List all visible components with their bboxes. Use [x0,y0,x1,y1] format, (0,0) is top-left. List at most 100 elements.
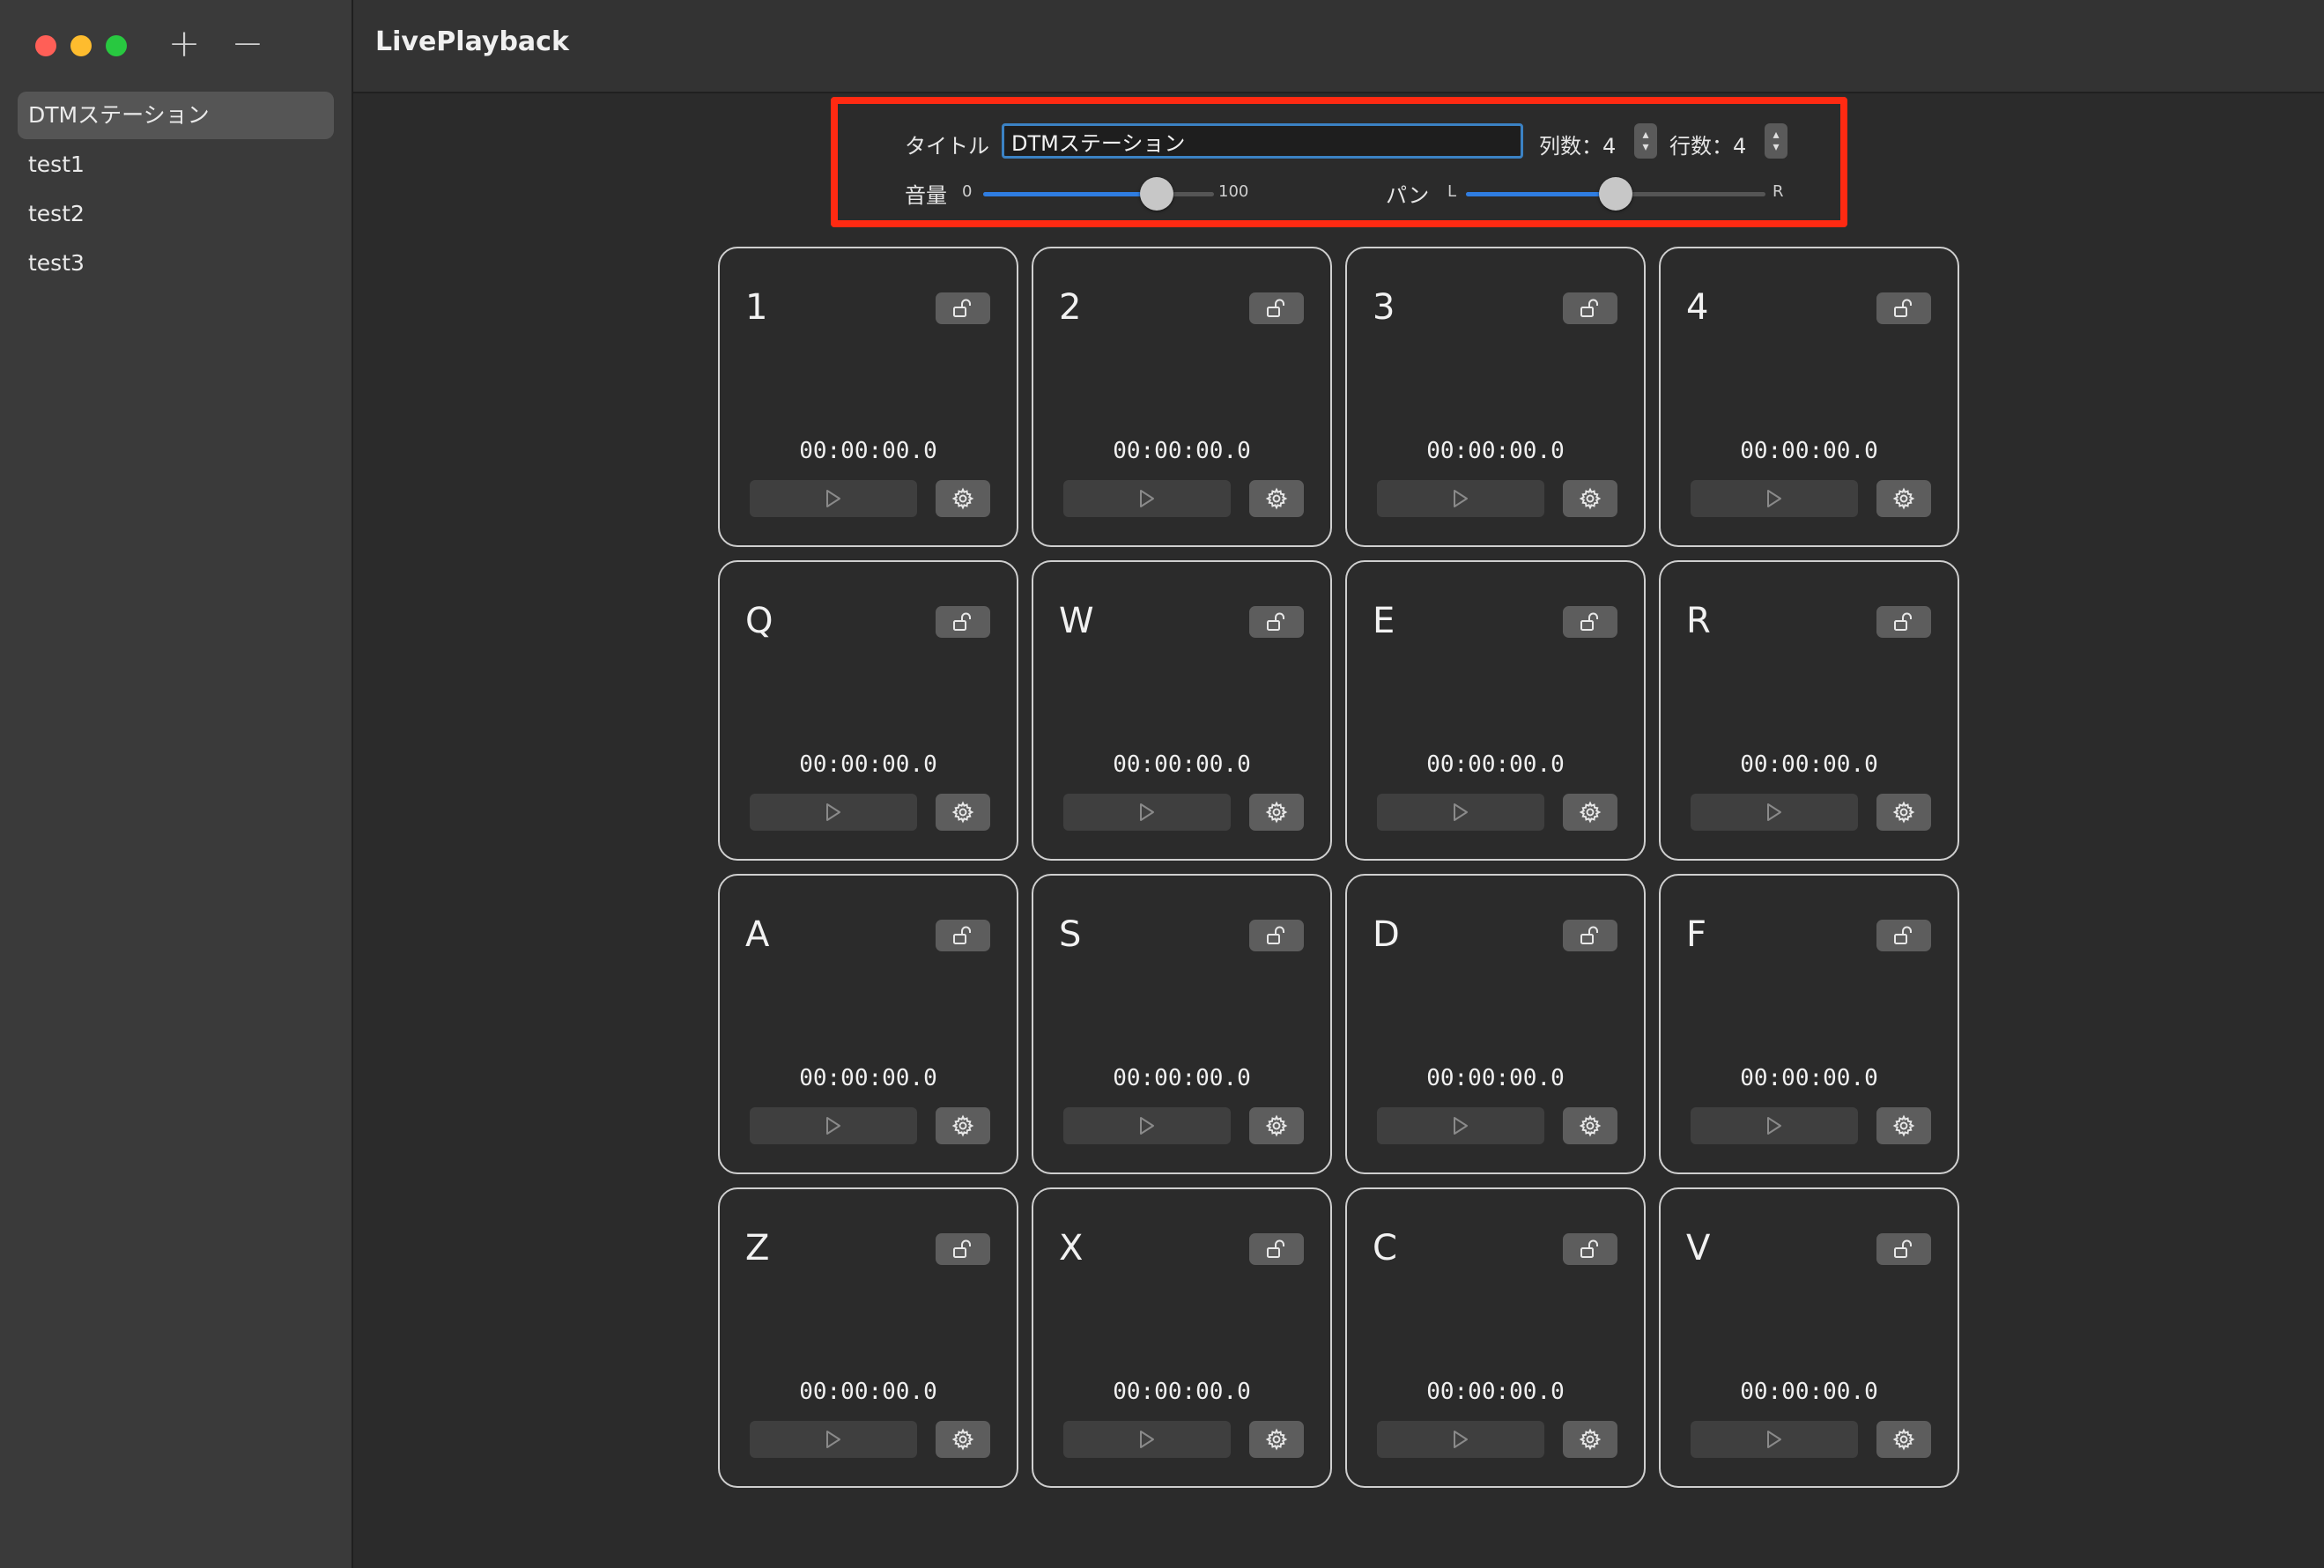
pad-s[interactable]: S 00:00:00.0 [1032,874,1332,1174]
minimize-window-button[interactable] [70,35,92,56]
lock-button[interactable] [1249,920,1304,951]
play-button[interactable] [1377,480,1544,517]
lock-button[interactable] [1563,1233,1617,1265]
close-window-button[interactable] [35,35,56,56]
pad-x[interactable]: X 00:00:00.0 [1032,1187,1332,1488]
play-button[interactable] [1691,480,1858,517]
volume-slider-thumb[interactable] [1139,177,1173,211]
lock-button[interactable] [1876,1233,1931,1265]
play-button[interactable] [750,794,917,831]
play-icon [1767,1117,1781,1135]
volume-slider-fill [983,192,1157,196]
settings-button[interactable] [936,1107,990,1144]
play-button[interactable] [1377,794,1544,831]
pad-grid: 1 00:00:00.0 2 00:00:00.0 3 00:00:00.0 4… [718,247,1959,1488]
toolbar: LivePlayback [353,0,2324,93]
play-button[interactable] [1063,1421,1231,1458]
pad-d[interactable]: D 00:00:00.0 [1345,874,1646,1174]
settings-button[interactable] [936,480,990,517]
settings-button[interactable] [1249,794,1304,831]
sidebar-item-test1[interactable]: test1 [18,141,334,189]
pad-time: 00:00:00.0 [1113,1379,1251,1405]
pad-w[interactable]: W 00:00:00.0 [1032,560,1332,861]
lock-button[interactable] [1563,920,1617,951]
pad-a[interactable]: A 00:00:00.0 [718,874,1018,1174]
lock-button[interactable] [1249,1233,1304,1265]
lock-button[interactable] [1249,606,1304,638]
settings-button[interactable] [1876,1421,1931,1458]
settings-button[interactable] [1249,1107,1304,1144]
rows-stepper[interactable]: ▴ ▾ [1765,123,1787,159]
lock-button[interactable] [936,606,990,638]
play-button[interactable] [750,480,917,517]
play-icon [826,803,840,821]
title-input[interactable] [1002,123,1523,159]
lock-button[interactable] [1249,292,1304,324]
play-button[interactable] [1377,1107,1544,1144]
title-label: タイトル [905,134,989,159]
gear-icon [1265,801,1288,824]
settings-button[interactable] [1876,794,1931,831]
pad-1[interactable]: 1 00:00:00.0 [718,247,1018,547]
pad-4[interactable]: 4 00:00:00.0 [1659,247,1959,547]
settings-button[interactable] [1563,1107,1617,1144]
pad-r[interactable]: R 00:00:00.0 [1659,560,1959,861]
volume-max-label: 100 [1218,182,1249,201]
settings-button[interactable] [1563,480,1617,517]
pad-z[interactable]: Z 00:00:00.0 [718,1187,1018,1488]
settings-button[interactable] [1563,1421,1617,1458]
pad-c[interactable]: C 00:00:00.0 [1345,1187,1646,1488]
pad-key-label: Q [745,601,773,641]
settings-button[interactable] [936,1421,990,1458]
settings-button[interactable] [1249,480,1304,517]
pan-slider-thumb[interactable] [1599,177,1632,211]
settings-panel: タイトル 列数：4 ▴ ▾ 行数：4 ▴ ▾ 音量 0 100 パン L R [831,97,1847,227]
pad-q[interactable]: Q 00:00:00.0 [718,560,1018,861]
play-button[interactable] [1691,1421,1858,1458]
lock-button[interactable] [1563,292,1617,324]
settings-button[interactable] [1876,480,1931,517]
pad-time: 00:00:00.0 [1740,438,1878,464]
sidebar-item-dtm-station[interactable]: DTMステーション [18,92,334,139]
settings-button[interactable] [1563,794,1617,831]
play-button[interactable] [750,1421,917,1458]
lock-button[interactable] [936,1233,990,1265]
zoom-window-button[interactable] [106,35,127,56]
pad-e[interactable]: E 00:00:00.0 [1345,560,1646,861]
play-button[interactable] [1377,1421,1544,1458]
pan-label: パン [1386,183,1430,208]
lock-button[interactable] [1876,920,1931,951]
play-button[interactable] [1691,794,1858,831]
lock-button[interactable] [936,920,990,951]
pan-slider-fill [1466,192,1616,196]
play-button[interactable] [1063,480,1231,517]
add-item-button[interactable]: + [161,21,207,67]
rows-label: 行数：4 [1669,134,1747,159]
play-button[interactable] [1063,794,1231,831]
volume-slider[interactable] [983,176,1214,211]
unlock-icon [1894,1239,1912,1258]
columns-stepper[interactable]: ▴ ▾ [1634,123,1657,159]
sidebar-item-test3[interactable]: test3 [18,240,334,287]
lock-button[interactable] [936,292,990,324]
play-button[interactable] [1691,1107,1858,1144]
lock-button[interactable] [1876,292,1931,324]
sidebar-item-test2[interactable]: test2 [18,190,334,238]
play-icon [1767,490,1781,507]
pad-3[interactable]: 3 00:00:00.0 [1345,247,1646,547]
pad-2[interactable]: 2 00:00:00.0 [1032,247,1332,547]
settings-button[interactable] [936,794,990,831]
settings-button[interactable] [1876,1107,1931,1144]
unlock-icon [1267,1239,1284,1258]
lock-button[interactable] [1876,606,1931,638]
play-button[interactable] [1063,1107,1231,1144]
play-button[interactable] [750,1107,917,1144]
pad-f[interactable]: F 00:00:00.0 [1659,874,1959,1174]
pad-key-label: 4 [1686,287,1709,328]
settings-button[interactable] [1249,1421,1304,1458]
pad-v[interactable]: V 00:00:00.0 [1659,1187,1959,1488]
remove-item-button[interactable]: − [225,21,270,67]
pan-slider[interactable] [1466,176,1765,211]
lock-button[interactable] [1563,606,1617,638]
pad-time: 00:00:00.0 [1426,1379,1565,1405]
